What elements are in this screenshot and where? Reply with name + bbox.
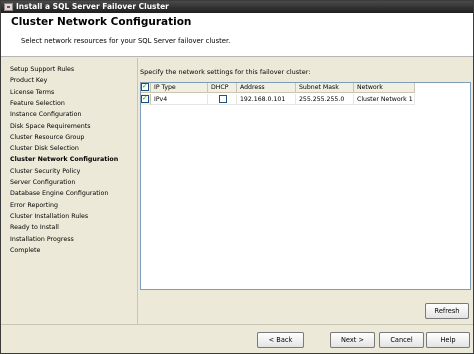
nav-step-cluster-installation-rules[interactable]: Cluster Installation Rules [10,212,88,221]
col-header-subnet-mask[interactable]: Subnet Mask [296,83,354,93]
cell-ip-type: IPv4 [151,94,208,105]
refresh-button[interactable]: Refresh [425,303,469,319]
nav-step-cluster-disk-selection[interactable]: Cluster Disk Selection [10,144,79,153]
network-settings-grid: IP Type DHCP Address Subnet Mask Network… [140,82,471,290]
main-content: Specify the network settings for this fa… [140,58,471,324]
row-include-checkbox[interactable] [141,94,149,103]
select-all-header [141,82,151,93]
nav-step-server-configuration[interactable]: Server Configuration [10,178,75,187]
help-button[interactable]: Help [426,332,470,348]
next-button[interactable]: Next > [330,332,375,348]
col-header-network[interactable]: Network [354,83,415,93]
nav-step-database-engine-configuration[interactable]: Database Engine Configuration [10,189,108,198]
nav-step-disk-space-requirements[interactable]: Disk Space Requirements [10,122,91,131]
nav-step-feature-selection[interactable]: Feature Selection [10,99,65,108]
nav-step-cluster-network-configuration[interactable]: Cluster Network Configuration [10,155,118,164]
nav-step-setup-support-rules[interactable]: Setup Support Rules [10,65,74,74]
nav-step-instance-configuration[interactable]: Instance Configuration [10,110,82,119]
page-subtitle: Select network resources for your SQL Se… [21,37,231,45]
nav-step-error-reporting[interactable]: Error Reporting [10,201,58,210]
col-header-address[interactable]: Address [237,83,296,93]
wizard-body: Setup Support Rules Product Key License … [1,58,473,324]
cancel-button[interactable]: Cancel [379,332,424,348]
nav-step-product-key[interactable]: Product Key [10,76,47,85]
cell-network: Cluster Network 1 [354,94,415,105]
installer-window: Install a SQL Server Failover Cluster Cl… [0,0,474,354]
wizard-footer: < Back Next > Cancel Help [1,324,473,353]
back-button[interactable]: < Back [257,332,304,348]
nav-step-complete[interactable]: Complete [10,246,40,255]
select-all-checkbox[interactable] [141,82,149,91]
page-header: Cluster Network Configuration Select net… [1,13,473,57]
nav-step-ready-to-install[interactable]: Ready to Install [10,223,59,232]
nav-step-cluster-resource-group[interactable]: Cluster Resource Group [10,133,84,142]
cell-subnet-mask[interactable]: 255.255.255.0 [296,94,354,105]
col-header-dhcp[interactable]: DHCP [208,83,237,93]
nav-step-cluster-security-policy[interactable]: Cluster Security Policy [10,167,80,176]
cell-address[interactable]: 192.168.0.101 [237,94,296,105]
dhcp-checkbox[interactable] [219,95,227,103]
nav-step-installation-progress[interactable]: Installation Progress [10,235,74,244]
nav-divider [137,58,138,324]
nav-step-license-terms[interactable]: License Terms [10,88,54,97]
page-title: Cluster Network Configuration [11,16,192,28]
sql-server-app-icon [4,3,13,11]
table-row-selector [141,94,151,105]
network-instruction: Specify the network settings for this fa… [140,68,311,76]
title-bar: Install a SQL Server Failover Cluster [1,1,473,13]
window-title: Install a SQL Server Failover Cluster [16,2,169,11]
wizard-steps-nav: Setup Support Rules Product Key License … [1,58,137,324]
col-header-ip-type[interactable]: IP Type [151,83,208,93]
cell-dhcp [208,94,237,105]
